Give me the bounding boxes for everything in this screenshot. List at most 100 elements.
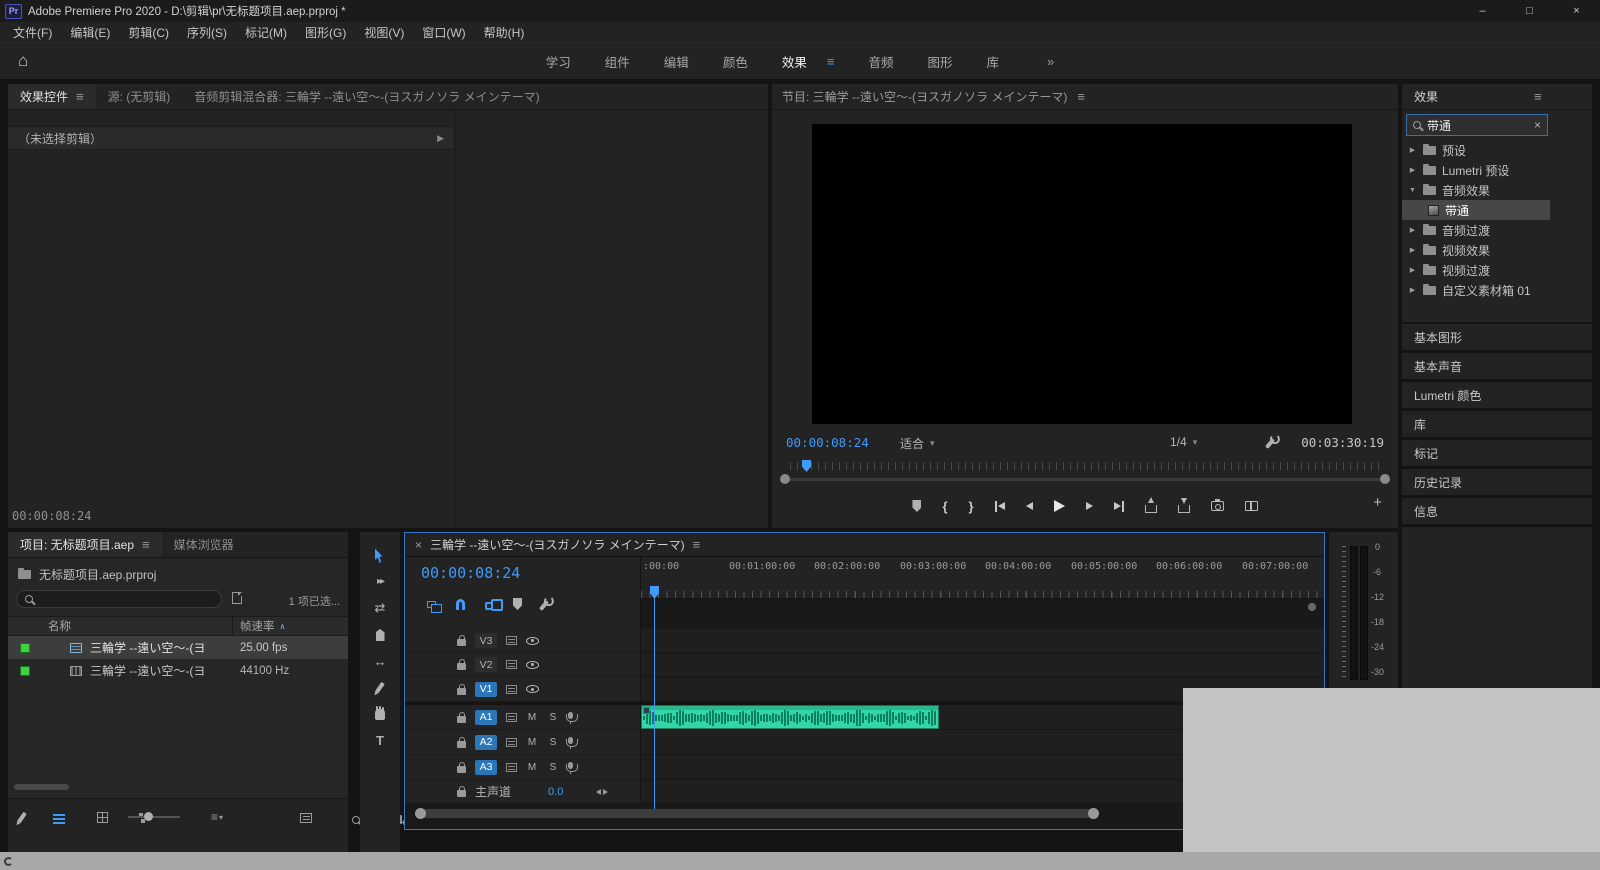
- type-tool-icon[interactable]: T: [376, 733, 384, 748]
- timeline-ruler[interactable]: :00:00 00:01:00:00 00:02:00:00 00:03:00:…: [641, 557, 1324, 599]
- project-search-input[interactable]: [16, 590, 222, 608]
- snap-magnet-icon[interactable]: [456, 598, 465, 610]
- timeline-zoom-scrollbar[interactable]: [415, 808, 1099, 819]
- solo-button[interactable]: S: [547, 762, 559, 773]
- panel-tab-lumetri-color[interactable]: Lumetri 颜色: [1402, 382, 1592, 408]
- workspace-tab-editing[interactable]: 编辑: [664, 52, 689, 71]
- source-patch-icon[interactable]: [506, 636, 517, 645]
- source-patch-icon[interactable]: [506, 737, 517, 747]
- add-marker-button[interactable]: [912, 500, 922, 512]
- track-lock-icon[interactable]: [457, 635, 466, 646]
- track-badge-a1[interactable]: A1: [475, 709, 497, 725]
- selection-tool-icon[interactable]: [374, 548, 383, 563]
- menu-window[interactable]: 窗口(W): [413, 22, 474, 42]
- tree-item-audio-effects[interactable]: ▼ 音频效果: [1402, 180, 1550, 200]
- toggle-track-output-icon[interactable]: [526, 636, 539, 645]
- tree-item-presets[interactable]: ▶ 预设: [1402, 140, 1550, 160]
- tab-media-browser[interactable]: 媒体浏览器: [162, 532, 246, 557]
- solo-button[interactable]: S: [547, 737, 559, 748]
- source-patch-icon[interactable]: [506, 762, 517, 772]
- zoom-level-select[interactable]: 适合 ▾: [900, 435, 935, 452]
- tree-item-video-transitions[interactable]: ▶ 视频过渡: [1402, 260, 1550, 280]
- menu-sequence[interactable]: 序列(S): [178, 22, 236, 42]
- panel-tab-info[interactable]: 信息: [1402, 498, 1592, 524]
- chevron-right-icon[interactable]: ▶: [1408, 166, 1417, 174]
- project-horizontal-scrollbar[interactable]: [14, 784, 69, 790]
- menu-help[interactable]: 帮助(H): [475, 22, 534, 42]
- zoom-slider-handle[interactable]: [144, 812, 153, 821]
- linked-selection-icon[interactable]: [485, 599, 503, 611]
- program-video-frame[interactable]: [812, 124, 1352, 424]
- tree-item-lumetri-presets[interactable]: ▶ Lumetri 预设: [1402, 160, 1550, 180]
- column-framerate[interactable]: 帧速率 ∧: [240, 618, 285, 634]
- track-lane-v3[interactable]: [641, 629, 1324, 653]
- track-lock-icon[interactable]: [457, 711, 466, 723]
- workspace-tab-graphics[interactable]: 图形: [927, 52, 952, 71]
- column-divider[interactable]: [232, 617, 233, 635]
- master-volume-value[interactable]: 0.0: [548, 786, 563, 798]
- add-marker-icon[interactable]: [513, 598, 522, 610]
- program-zoom-scrollbar[interactable]: [784, 478, 1386, 481]
- mute-button[interactable]: M: [526, 737, 538, 748]
- project-menu-icon[interactable]: ≡: [142, 537, 150, 552]
- program-menu-icon[interactable]: ≡: [1077, 89, 1085, 104]
- panel-tab-history[interactable]: 历史记录: [1402, 469, 1592, 495]
- tree-item-bandpass[interactable]: 带通: [1402, 200, 1550, 220]
- mark-in-button[interactable]: {: [942, 499, 947, 514]
- workspace-tab-assembly[interactable]: 组件: [605, 52, 630, 71]
- timeline-settings-icon[interactable]: [538, 600, 550, 611]
- track-lock-icon[interactable]: [457, 761, 466, 773]
- expand-arrow-icon[interactable]: ▶: [437, 133, 444, 144]
- workspace-tab-audio[interactable]: 音频: [868, 52, 893, 71]
- automate-to-sequence-icon[interactable]: [300, 813, 313, 823]
- chevron-right-icon[interactable]: ▶: [1408, 286, 1417, 294]
- chevron-right-icon[interactable]: ▶: [1408, 246, 1417, 254]
- comparison-view-button[interactable]: [1244, 501, 1258, 511]
- program-playhead[interactable]: [802, 460, 811, 472]
- playhead-line[interactable]: [654, 599, 655, 809]
- menu-clip[interactable]: 剪辑(C): [119, 22, 178, 42]
- list-view-icon[interactable]: [53, 814, 66, 824]
- voiceover-record-icon[interactable]: [565, 737, 578, 749]
- ripple-edit-tool-icon[interactable]: ⇄: [375, 600, 386, 616]
- timeline-vertical-scrollbar[interactable]: [1308, 603, 1316, 611]
- track-badge-a3[interactable]: A3: [475, 759, 497, 775]
- workspace-menu-icon[interactable]: ≡: [827, 54, 835, 69]
- panel-tab-essential-sound[interactable]: 基本声音: [1402, 353, 1592, 379]
- icon-view-icon[interactable]: [96, 812, 108, 823]
- effects-menu-icon[interactable]: ≡: [1534, 89, 1542, 104]
- workspace-tab-color[interactable]: 颜色: [723, 52, 748, 71]
- scrollbar-left-handle[interactable]: [780, 474, 790, 484]
- audio-clip[interactable]: [641, 705, 939, 729]
- chevron-right-icon[interactable]: ▶: [1408, 266, 1417, 274]
- column-name[interactable]: 名称: [48, 618, 71, 634]
- play-button[interactable]: [1053, 500, 1065, 512]
- zoom-slider-track[interactable]: [128, 816, 180, 818]
- voiceover-record-icon[interactable]: [565, 712, 578, 724]
- chevron-right-icon[interactable]: ▶: [1408, 226, 1417, 234]
- sort-icon[interactable]: ≡ ▾: [211, 810, 223, 824]
- step-back-button[interactable]: [1025, 502, 1033, 510]
- mute-button[interactable]: M: [526, 712, 538, 723]
- menu-markers[interactable]: 标记(M): [236, 22, 296, 42]
- workspace-tab-libraries[interactable]: 库: [986, 52, 999, 71]
- effects-search-field[interactable]: 带通 ×: [1406, 114, 1548, 136]
- program-time-ruler[interactable]: [790, 462, 1380, 470]
- track-badge-a2[interactable]: A2: [475, 734, 497, 750]
- label-color-chip[interactable]: [20, 642, 30, 653]
- workspace-overflow-icon[interactable]: »: [1047, 54, 1054, 69]
- extract-button[interactable]: [1177, 498, 1190, 513]
- solo-button[interactable]: S: [547, 712, 559, 723]
- maximize-button[interactable]: □: [1506, 0, 1553, 22]
- track-badge-v1[interactable]: V1: [475, 681, 497, 697]
- workspace-tab-learn[interactable]: 学习: [546, 52, 571, 71]
- track-badge-v2[interactable]: V2: [475, 657, 497, 672]
- track-lock-icon[interactable]: [457, 786, 466, 797]
- lift-button[interactable]: [1144, 497, 1157, 513]
- panel-tab-markers[interactable]: 标记: [1402, 440, 1592, 466]
- panel-tab-essential-graphics[interactable]: 基本图形: [1402, 324, 1592, 350]
- clip-fx-badge[interactable]: [643, 707, 650, 714]
- project-row-clip[interactable]: 三輪学 --遠い空〜-(ヨ 44100 Hz: [8, 659, 348, 682]
- export-frame-button[interactable]: [1210, 499, 1224, 511]
- label-color-chip[interactable]: [20, 665, 30, 676]
